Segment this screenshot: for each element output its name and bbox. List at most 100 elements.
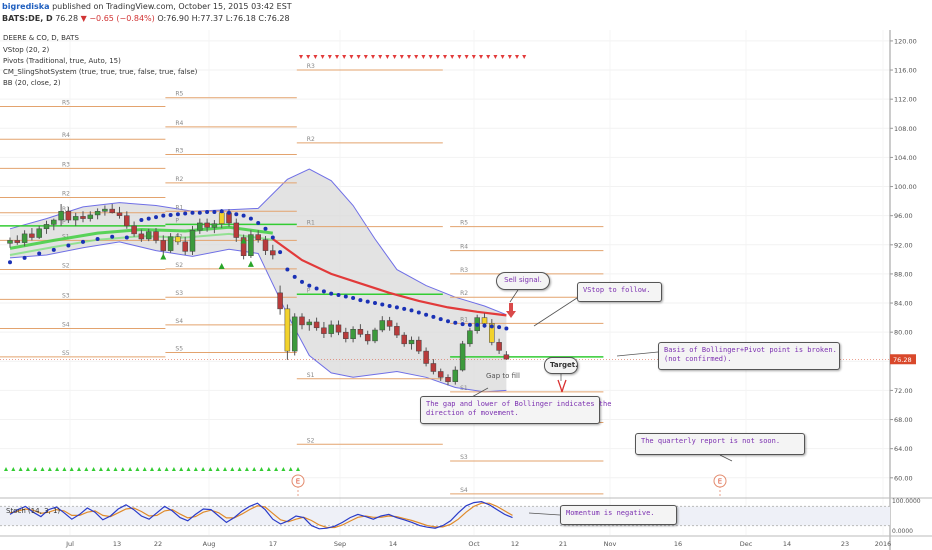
candle-body — [459, 343, 466, 371]
vstop-dot — [329, 291, 334, 296]
price-tick-label: 116.00 — [894, 67, 917, 75]
price-tick-label: 72.00 — [894, 387, 913, 395]
price-tick-label: 104.00 — [894, 154, 917, 162]
indicator-pivots[interactable]: Pivots (Traditional, true, Auto, 15) — [3, 57, 121, 66]
pivot-label: S4 — [62, 322, 70, 329]
time-tick-label: 17 — [269, 540, 277, 548]
vstop-dot — [321, 289, 326, 294]
price-tick-label: 80.00 — [894, 329, 913, 337]
pivot-label: R5 — [460, 220, 468, 227]
price-tick-label: 84.00 — [894, 300, 913, 308]
candle-body — [262, 239, 269, 251]
vstop-dot — [227, 210, 231, 215]
candle-body — [7, 240, 13, 244]
publish-text: published on TradingView.com, October 15… — [52, 2, 292, 11]
candle-body — [204, 222, 210, 228]
stoch-tick-bottom: 0.0000 — [892, 528, 913, 535]
vstop-dot — [212, 210, 217, 215]
candle-body — [503, 354, 510, 360]
candle-body — [321, 327, 327, 334]
price-tick-label: 100.00 — [894, 183, 917, 191]
vstop-dot — [380, 302, 385, 307]
stoch-label[interactable]: Stoch (14, 3, 1) — [6, 507, 60, 515]
vstop-dot — [241, 213, 246, 218]
vstop-dot — [365, 299, 370, 304]
vstop-note[interactable]: VStop to follow. — [577, 282, 662, 302]
candle-body — [131, 225, 137, 235]
time-tick-label: 14 — [783, 540, 791, 548]
vstop-dot — [292, 274, 297, 279]
candle-body — [211, 223, 218, 228]
gap-bollinger-note[interactable]: The gap and lower of Bollinger indicates… — [420, 396, 611, 424]
vstop-dot — [139, 218, 144, 223]
pivot-label: R3 — [175, 148, 183, 155]
candle-body — [248, 234, 254, 256]
candle-body — [452, 369, 459, 382]
vstop-dot — [205, 210, 210, 215]
time-tick-label: Jul — [65, 540, 74, 548]
candle-body — [270, 250, 276, 256]
price-tick-label: 60.00 — [894, 474, 913, 482]
candle-body — [401, 334, 407, 345]
pivot-label: P — [307, 287, 311, 294]
candle-body — [124, 215, 130, 227]
indicator-slingshot[interactable]: CM_SlingShotSystem (true, true, true, fa… — [3, 68, 197, 77]
basis-note[interactable]: Basis of Bollinger+Pivot point is broken… — [658, 342, 840, 370]
time-tick-label: Dec — [740, 540, 753, 548]
author-link[interactable]: bigrediska — [2, 2, 50, 11]
earnings-label: E — [296, 478, 300, 486]
vstop-dot — [161, 213, 166, 218]
target-note[interactable]: Target. — [544, 357, 578, 374]
quote-line: BATS:DE, D 76.28 ▼ −0.65 (−0.84%) O:76.9… — [2, 14, 290, 24]
vstop-dot — [394, 305, 399, 310]
indicator-title[interactable]: DEERE & CO, D, BATS — [3, 34, 79, 43]
price-tick-label: 92.00 — [894, 241, 913, 249]
pivot-label: P — [175, 217, 179, 224]
quarterly-note[interactable]: The quarterly report is not soon. — [635, 433, 805, 455]
chart-header: bigrediska published on TradingView.com,… — [2, 2, 902, 26]
vstop-dot — [402, 306, 407, 311]
candle-body — [102, 208, 108, 212]
indicator-vstop[interactable]: VStop (20, 2) — [3, 46, 49, 55]
vstop-dot — [416, 310, 421, 315]
candle-body — [394, 326, 400, 336]
pivot-label: S3 — [62, 292, 70, 299]
vstop-dot — [351, 295, 356, 300]
indicator-bb[interactable]: BB (20, close, 2) — [3, 79, 61, 88]
pivot-label: S1 — [307, 372, 315, 379]
vstop-dot — [263, 226, 268, 231]
vstop-dot — [285, 267, 290, 272]
price-tick-label: 68.00 — [894, 416, 913, 424]
symbol[interactable]: BATS:DE, D — [2, 14, 53, 23]
candle-body — [284, 308, 291, 352]
pivot-label: S1 — [460, 385, 468, 392]
vstop-dot — [446, 319, 450, 324]
pivot-label: R3 — [62, 161, 70, 168]
candle-body — [386, 320, 393, 327]
pivot-label: S4 — [175, 318, 183, 325]
time-tick-label: 13 — [113, 540, 121, 548]
pivot-label: R2 — [460, 290, 468, 297]
candle-body — [233, 222, 240, 238]
time-tick-label: Aug — [203, 540, 216, 548]
pivot-label: R3 — [307, 63, 315, 70]
publish-line: bigrediska published on TradingView.com,… — [2, 2, 292, 12]
candle-body — [306, 321, 313, 326]
vstop-dot — [168, 212, 173, 217]
vstop-dot — [358, 298, 363, 303]
candle-body — [36, 228, 42, 238]
price-tick-label: 120.00 — [894, 37, 917, 45]
vstop-dot — [438, 317, 443, 322]
price-chart[interactable]: R5 R4 R3 R2 R1 P S1 S2 S3 S4 S5 R5 R4 R3 R2 R1 P S1 S2 S3 S4… — [0, 0, 932, 550]
time-tick-label: 22 — [154, 540, 162, 548]
vstop-dot — [146, 216, 151, 221]
time-tick-label: Nov — [604, 540, 617, 548]
vstop-dot — [373, 301, 377, 306]
candle-body — [357, 329, 364, 335]
candle-body — [313, 321, 320, 329]
pivot-label: S5 — [175, 346, 183, 353]
momentum-note[interactable]: Momentum is negative. — [560, 505, 677, 525]
pivot-label: R5 — [62, 99, 70, 106]
pivot-label: R2 — [62, 190, 70, 197]
sell-signal-note[interactable]: Sell signal. — [496, 272, 550, 290]
